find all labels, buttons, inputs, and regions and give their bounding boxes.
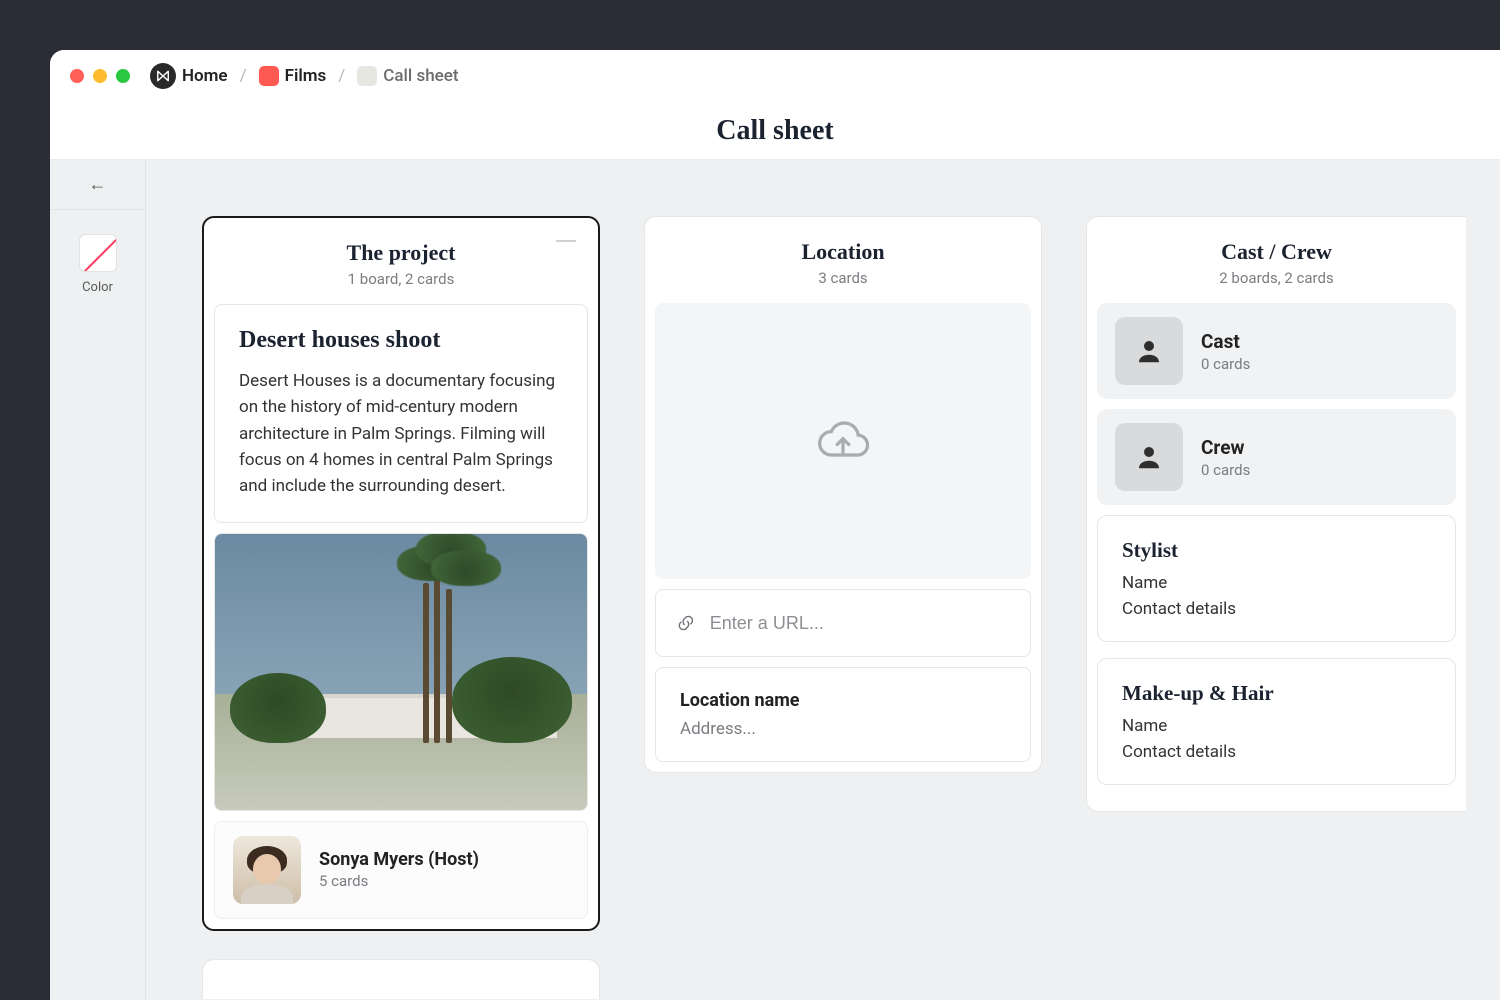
- subboard-cast-sub: 0 cards: [1201, 355, 1250, 373]
- host-subtitle: 5 cards: [319, 872, 479, 890]
- cloud-upload-icon: [815, 413, 871, 469]
- app-window: Home / Films / Call sheet Call sheet ← C…: [50, 50, 1500, 1000]
- breadcrumb-home[interactable]: Home: [150, 63, 228, 89]
- color-tool[interactable]: Color: [50, 234, 145, 295]
- films-color-icon: [259, 66, 279, 86]
- board-project-title: The project: [214, 240, 588, 266]
- board-cast-subtitle: 2 boards, 2 cards: [1097, 269, 1456, 287]
- minimize-icon[interactable]: [93, 69, 107, 83]
- card-stylist-name: Name: [1122, 573, 1431, 593]
- card-host[interactable]: Sonya Myers (Host) 5 cards: [214, 821, 588, 919]
- board-cast-title: Cast / Crew: [1097, 239, 1456, 265]
- fullscreen-icon[interactable]: [116, 69, 130, 83]
- card-makeup-contact: Contact details: [1122, 742, 1431, 762]
- column-project: The project 1 board, 2 cards Desert hous…: [202, 216, 600, 1000]
- color-tool-label: Color: [50, 280, 145, 295]
- board-project-subtitle: 1 board, 2 cards: [214, 270, 588, 288]
- host-name: Sonya Myers (Host): [319, 849, 479, 870]
- card-location-details[interactable]: Location name Address...: [655, 667, 1031, 762]
- location-name-label: Location name: [680, 690, 1006, 711]
- link-icon: [676, 612, 696, 634]
- side-rail: ← Color: [50, 160, 146, 1000]
- breadcrumb-home-label: Home: [182, 66, 228, 86]
- breadcrumb-films[interactable]: Films: [259, 66, 327, 86]
- subboard-crew-sub: 0 cards: [1201, 461, 1250, 479]
- breadcrumb-current-label: Call sheet: [383, 66, 458, 86]
- host-avatar: [233, 836, 301, 904]
- window-controls: [70, 69, 130, 83]
- board-location-subtitle: 3 cards: [655, 269, 1031, 287]
- collapse-icon[interactable]: [556, 240, 576, 242]
- board-location[interactable]: Location 3 cards: [644, 216, 1042, 773]
- column-location: Location 3 cards: [644, 216, 1042, 1000]
- card-makeup-title: Make-up & Hair: [1122, 681, 1431, 706]
- subboard-crew[interactable]: Crew 0 cards: [1097, 409, 1456, 505]
- breadcrumb-separator: /: [238, 66, 249, 86]
- card-image[interactable]: [214, 533, 588, 811]
- page-header: Call sheet: [50, 102, 1500, 160]
- no-color-icon: [79, 234, 117, 272]
- breadcrumb-current[interactable]: Call sheet: [357, 66, 458, 86]
- board-placeholder[interactable]: [202, 959, 600, 999]
- card-makeup[interactable]: Make-up & Hair Name Contact details: [1097, 658, 1456, 785]
- page-title: Call sheet: [716, 115, 833, 147]
- workspace: ← Color The project 1 board, 2 cards Des…: [50, 160, 1500, 1000]
- location-address-placeholder: Address...: [680, 719, 1006, 739]
- column-cast-crew: Cast / Crew 2 boards, 2 cards Cast 0 car…: [1086, 216, 1466, 1000]
- canvas[interactable]: The project 1 board, 2 cards Desert hous…: [146, 160, 1500, 1000]
- url-input[interactable]: [710, 613, 1010, 634]
- subboard-crew-title: Crew: [1201, 436, 1250, 459]
- page-color-icon: [357, 66, 377, 86]
- subboard-cast[interactable]: Cast 0 cards: [1097, 303, 1456, 399]
- person-icon: [1115, 423, 1183, 491]
- close-icon[interactable]: [70, 69, 84, 83]
- card-description-body: Desert Houses is a documentary focusing …: [239, 368, 563, 500]
- app-logo-icon: [150, 63, 176, 89]
- card-description[interactable]: Desert houses shoot Desert Houses is a d…: [214, 304, 588, 523]
- upload-dropzone[interactable]: [655, 303, 1031, 579]
- back-button[interactable]: ←: [50, 174, 145, 210]
- subboard-cast-title: Cast: [1201, 330, 1250, 353]
- card-description-title: Desert houses shoot: [239, 327, 563, 354]
- card-stylist[interactable]: Stylist Name Contact details: [1097, 515, 1456, 642]
- breadcrumb-separator: /: [336, 66, 347, 86]
- titlebar: Home / Films / Call sheet: [50, 50, 1500, 102]
- card-stylist-contact: Contact details: [1122, 599, 1431, 619]
- board-project[interactable]: The project 1 board, 2 cards Desert hous…: [202, 216, 600, 931]
- card-url[interactable]: [655, 589, 1031, 657]
- board-cast-crew[interactable]: Cast / Crew 2 boards, 2 cards Cast 0 car…: [1086, 216, 1466, 812]
- board-location-title: Location: [655, 239, 1031, 265]
- card-makeup-name: Name: [1122, 716, 1431, 736]
- person-icon: [1115, 317, 1183, 385]
- breadcrumb-films-label: Films: [285, 66, 327, 86]
- card-stylist-title: Stylist: [1122, 538, 1431, 563]
